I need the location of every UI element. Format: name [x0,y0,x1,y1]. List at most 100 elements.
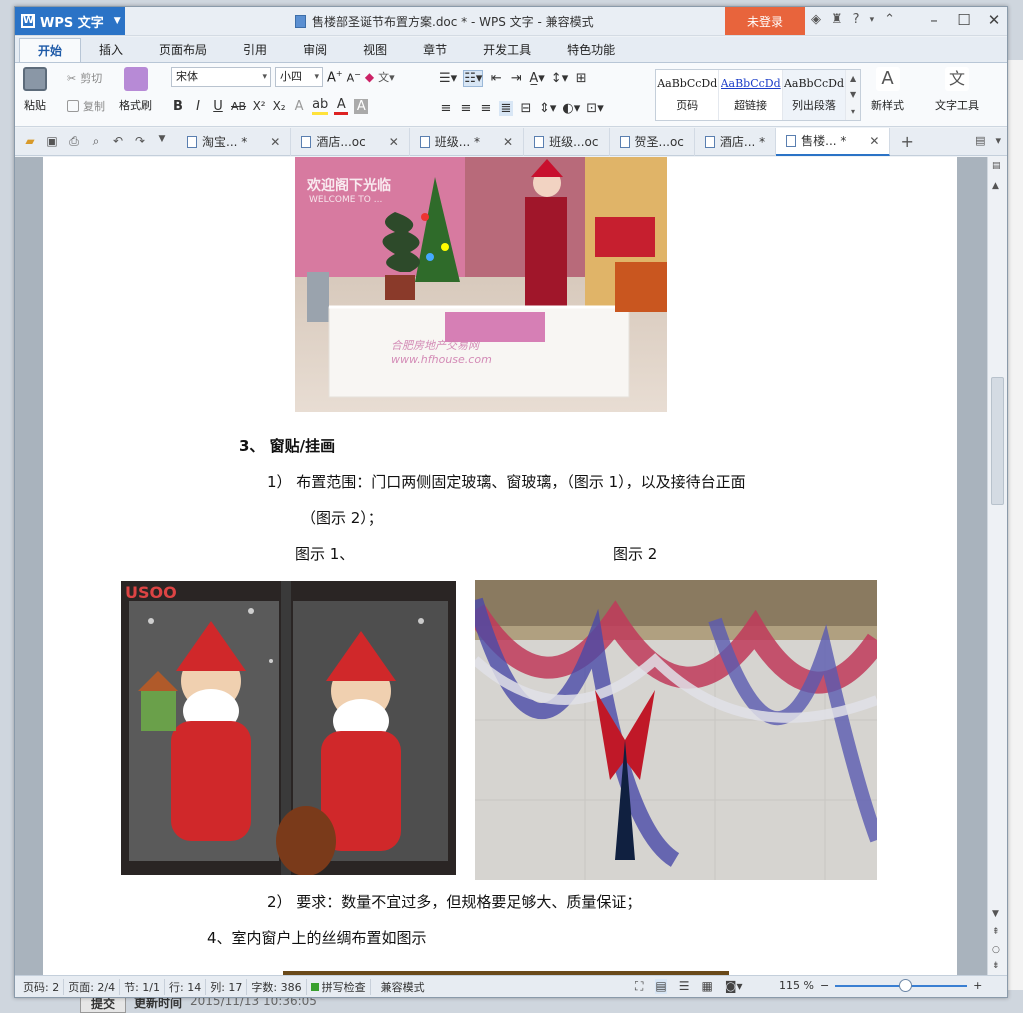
text-effect-icon[interactable]: A [292,99,306,114]
superscript-icon[interactable]: X² [252,99,266,113]
close-button[interactable]: ✕ [987,11,1001,29]
login-button[interactable]: 未登录 [725,7,805,35]
doc-tab[interactable]: 贺圣...oc [610,127,695,156]
print-preview-icon[interactable]: ⌕ [89,134,103,149]
fullscreen-view-icon[interactable]: ⛶ [635,979,643,994]
chevron-down-icon[interactable]: ▼ [155,134,169,149]
bold-icon[interactable]: B [171,99,185,114]
close-icon[interactable]: ✕ [389,135,399,149]
tab-page-layout[interactable]: 页面布局 [141,38,225,62]
font-size-select[interactable]: 小四 [275,67,323,87]
doc-tab[interactable]: 班级... * ✕ [410,127,525,156]
chevron-up-icon[interactable]: ▲ [850,74,856,83]
prev-page-icon[interactable]: ⇞ [992,927,1000,937]
format-painter-button[interactable]: 格式刷 [119,67,152,113]
phonetic-icon[interactable]: 文▾ [378,69,395,85]
zoom-out-button[interactable]: − [820,979,829,992]
zoom-slider[interactable] [835,978,968,992]
zoom-slider-knob[interactable] [899,978,913,992]
maximize-button[interactable]: ☐ [957,11,971,29]
undo-icon[interactable]: ↶ [111,134,125,149]
text-tools-button[interactable]: 文 文字工具 [935,67,979,113]
font-color-icon[interactable]: A [334,97,349,115]
scrollbar-thumb[interactable] [991,377,1004,505]
cut-button[interactable]: ✂ 剪切 [67,67,105,89]
tab-options-icon[interactable]: ▾ [995,134,1001,147]
document-page[interactable]: 欢迎阁下光临 WELCOME TO ... 合肥房地产交易网 www.hfhou… [43,157,957,975]
align-center-icon[interactable]: ≡ [459,101,473,116]
doc-tab-active[interactable]: 售楼... * ✕ [776,127,891,156]
bullet-list-icon[interactable]: ☰▾ [439,71,457,86]
scroll-down-arrow[interactable]: ▼ [992,909,999,919]
style-hyperlink[interactable]: AaBbCcDd 超链接 [719,70,783,120]
open-icon[interactable]: ▰ [23,134,37,149]
font-name-select[interactable]: 宋体 [171,67,271,87]
tab-features[interactable]: 特色功能 [549,38,633,62]
close-icon[interactable]: ✕ [270,135,280,149]
print-icon[interactable]: ⎙ [67,134,81,149]
spell-check-toggle[interactable]: 拼写检查 [307,978,371,995]
highlight-icon[interactable]: ab [312,97,329,115]
shrink-font-icon[interactable]: A− [347,70,361,85]
borders-icon[interactable]: ⊡▾ [586,101,603,116]
style-page-number[interactable]: AaBbCcDd 页码 [656,70,720,120]
zoom-level[interactable]: 115 % [779,979,814,992]
decrease-indent-icon[interactable]: ⇤ [489,71,503,86]
page-nav-icon[interactable]: ▤ [992,161,1001,171]
chevron-down-icon[interactable]: ▼ [850,90,856,99]
style-list-paragraph[interactable]: AaBbCcDd 列出段落 [782,70,847,120]
numbered-list-icon[interactable]: ☷▾ [463,69,484,87]
tab-review[interactable]: 审阅 [285,38,345,62]
status-word-count[interactable]: 字数: 386 [247,978,307,995]
tab-list-icon[interactable]: ▤ [975,134,985,147]
shirt-icon[interactable]: ♜ [831,12,843,27]
close-icon[interactable]: ✕ [503,135,513,149]
align-right-icon[interactable]: ≡ [479,101,493,116]
strikethrough-icon[interactable]: AB [231,100,246,113]
next-page-icon[interactable]: ⇟ [992,961,1000,971]
expand-icon[interactable]: ▾ [851,107,855,116]
save-icon[interactable]: ▣ [45,134,59,149]
doc-tab[interactable]: 班级...oc [524,127,610,156]
browse-object-icon[interactable]: ○ [992,945,1000,955]
outline-view-icon[interactable]: ☰ [679,979,690,994]
underline-icon[interactable]: U [211,99,225,114]
distributed-icon[interactable]: ⊟ [519,101,533,116]
doc-tab[interactable]: 酒店...oc ✕ [291,127,410,156]
close-icon[interactable]: ✕ [869,134,879,148]
app-menu-button[interactable]: W WPS 文字 ▼ [15,7,125,35]
vertical-scrollbar[interactable]: ▤ ▲ ▼ ⇞ ○ ⇟ [987,157,1007,975]
tab-home[interactable]: 开始 [19,38,82,62]
doc-tab[interactable]: 酒店... * [695,127,777,156]
increase-indent-icon[interactable]: ⇥ [509,71,523,86]
clear-format-icon[interactable]: ◆ [365,70,374,84]
grow-font-icon[interactable]: A+ [327,69,343,85]
zoom-in-button[interactable]: + [973,979,982,992]
tab-section[interactable]: 章节 [405,38,465,62]
reading-view-icon[interactable]: ◙▾ [725,979,743,994]
italic-icon[interactable]: I [191,99,205,114]
line-spacing-icon[interactable]: ⇕▾ [539,101,556,116]
collapse-ribbon-icon[interactable]: ⌃ [884,12,895,27]
align-left-icon[interactable]: ≡ [439,101,453,116]
paste-button[interactable]: 粘贴 [23,67,47,113]
copy-button[interactable]: 复制 [67,95,105,117]
char-shading-icon[interactable]: A [354,98,369,114]
web-view-icon[interactable]: ▦ [702,979,713,994]
tab-view[interactable]: 视图 [345,38,405,62]
document-area[interactable]: 欢迎阁下光临 WELCOME TO ... 合肥房地产交易网 www.hfhou… [15,157,987,975]
new-tab-button[interactable]: + [890,132,923,151]
scroll-up-arrow[interactable]: ▲ [992,181,999,191]
redo-icon[interactable]: ↷ [133,134,147,149]
tab-references[interactable]: 引用 [225,38,285,62]
help-icon[interactable]: ? [853,12,860,27]
gallery-scroll[interactable]: ▲ ▼ ▾ [846,70,860,120]
justify-icon[interactable]: ≣ [499,100,513,116]
tab-insert[interactable]: 插入 [81,38,141,62]
text-direction-icon[interactable]: A̲▾ [529,71,544,86]
subscript-icon[interactable]: X₂ [272,99,286,113]
minimize-button[interactable]: – [927,11,941,29]
sort-icon[interactable]: ↕▾ [551,71,568,86]
table-icon[interactable]: ⊞ [574,71,588,86]
shading-icon[interactable]: ◐▾ [562,101,580,116]
